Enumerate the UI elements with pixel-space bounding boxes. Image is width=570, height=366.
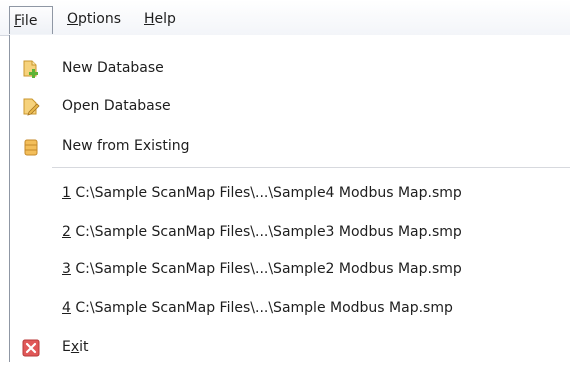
- new-database-icon: [23, 60, 38, 78]
- recent-file-item-2[interactable]: 2 C:\Sample ScanMap Files\...\Sample3 Mo…: [10, 213, 570, 251]
- menu-item-new-database[interactable]: New Database: [10, 49, 570, 87]
- menu-item-label: Exit: [62, 328, 89, 366]
- recent-file-path: C:\Sample ScanMap Files\...\Sample3 Modb…: [70, 224, 462, 240]
- open-database-icon: [23, 98, 40, 116]
- menu-bar: File Options Help: [0, 0, 570, 36]
- exit-label-end: it: [79, 339, 89, 355]
- database-icon: [24, 139, 38, 156]
- menu-item-label: New from Existing: [62, 138, 190, 154]
- recent-file-item-4[interactable]: 4 C:\Sample ScanMap Files\...\Sample Mod…: [10, 289, 570, 327]
- recent-file-item-3[interactable]: 3 C:\Sample ScanMap Files\...\Sample2 Mo…: [10, 250, 570, 288]
- recent-file-label: 1 C:\Sample ScanMap Files\...\Sample4 Mo…: [62, 174, 462, 212]
- menu-options[interactable]: Options: [67, 8, 121, 30]
- recent-file-label: 3 C:\Sample ScanMap Files\...\Sample2 Mo…: [62, 250, 462, 288]
- menu-item-new-from-existing[interactable]: New from Existing: [10, 127, 570, 165]
- recent-file-accel: 4: [62, 300, 71, 316]
- menu-item-label: New Database: [62, 60, 164, 76]
- exit-accel: x: [70, 339, 80, 355]
- menu-file-accel: F: [14, 13, 22, 29]
- exit-icon: [22, 339, 40, 357]
- menu-item-open-database[interactable]: Open Database: [10, 87, 570, 125]
- menu-help[interactable]: Help: [144, 8, 176, 30]
- exit-label-start: E: [62, 339, 71, 355]
- recent-file-label: 4 C:\Sample ScanMap Files\...\Sample Mod…: [62, 289, 453, 327]
- recent-file-accel: 3: [62, 261, 71, 277]
- menu-item-exit[interactable]: Exit: [10, 328, 570, 366]
- recent-file-accel: 1: [62, 185, 71, 201]
- menu-options-rest: ptions: [78, 11, 122, 27]
- recent-file-path: C:\Sample ScanMap Files\...\Sample Modbu…: [70, 300, 453, 316]
- recent-file-item-1[interactable]: 1 C:\Sample ScanMap Files\...\Sample4 Mo…: [10, 174, 570, 212]
- menu-help-rest: elp: [154, 11, 176, 27]
- recent-file-label: 2 C:\Sample ScanMap Files\...\Sample3 Mo…: [62, 213, 462, 251]
- menu-separator: [52, 167, 570, 168]
- recent-file-accel: 2: [62, 224, 71, 240]
- menu-item-label: Open Database: [62, 98, 171, 114]
- menu-help-accel: H: [144, 11, 155, 27]
- menu-file-rest: ile: [21, 13, 38, 29]
- recent-file-path: C:\Sample ScanMap Files\...\Sample2 Modb…: [70, 261, 462, 277]
- menu-options-accel: O: [67, 11, 79, 27]
- menu-file[interactable]: File: [9, 6, 53, 34]
- file-menu-dropdown: New Database Open Database New from Exis…: [9, 35, 570, 362]
- recent-file-path: C:\Sample ScanMap Files\...\Sample4 Modb…: [70, 185, 462, 201]
